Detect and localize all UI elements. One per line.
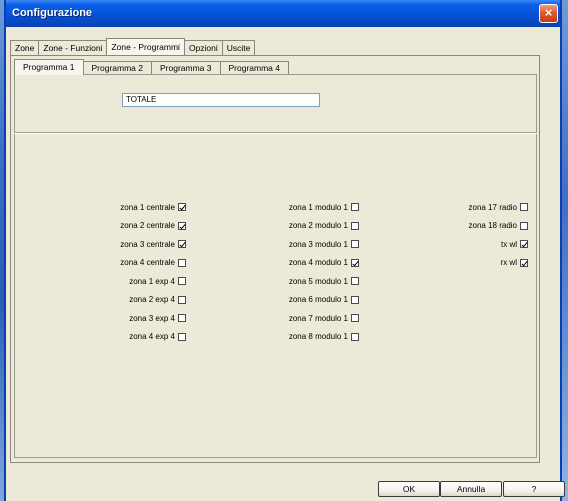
checkbox-label: zona 3 exp 4 <box>129 313 175 323</box>
checkbox-label: zona 1 exp 4 <box>129 276 175 286</box>
program-tab-bar: Programma 1 Programma 2 Programma 3 Program… <box>14 59 289 75</box>
checkbox-label: zona 4 modulo 1 <box>288 258 348 267</box>
checkbox-row-zona-17-radio[interactable]: zona 17 radio <box>469 201 528 213</box>
checkbox-zona-8-modulo-1[interactable] <box>351 332 359 341</box>
checkbox-row-zona-2-exp-4[interactable]: zona 2 exp 4 <box>129 294 186 306</box>
checkbox-label: zona 2 exp 4 <box>129 295 175 304</box>
checkbox-label: zona 3 centrale <box>120 239 175 249</box>
tab-uscite[interactable]: Uscite <box>221 40 256 55</box>
ok-button[interactable]: OK <box>378 481 440 497</box>
checkbox-tx-wl[interactable] <box>520 240 528 248</box>
checkbox-label: zona 1 centrale <box>120 202 175 212</box>
checkbox-label: zona 2 centrale <box>120 221 175 230</box>
checkbox-row-zona-1-modulo-1[interactable]: zona 1 modulo 1 <box>289 201 359 213</box>
checkbox-row-tx-wl[interactable]: tx wl <box>501 238 528 250</box>
checkbox-zona-3-modulo-1[interactable] <box>351 240 359 248</box>
checkbox-zona-3-exp-4[interactable] <box>178 314 186 322</box>
checkbox-label: zona 17 radio <box>468 202 517 212</box>
checkbox-row-zona-18-radio[interactable]: zona 18 radio <box>469 220 528 232</box>
checkbox-row-zona-1-exp-4[interactable]: zona 1 exp 4 <box>129 275 186 287</box>
checkbox-row-zona-5-modulo-1[interactable]: zona 5 modulo 1 <box>289 275 359 287</box>
checkbox-row-zona-3-modulo-1[interactable]: zona 3 modulo 1 <box>289 238 359 250</box>
program-name-input[interactable]: TOTALE <box>122 93 320 107</box>
checkbox-label: zona 3 modulo 1 <box>288 239 348 249</box>
checkbox-zona-2-exp-4[interactable] <box>178 295 186 304</box>
checkbox-zona-1-centrale[interactable] <box>178 203 186 211</box>
checkbox-label: zona 8 modulo 1 <box>288 332 348 341</box>
checkbox-zona-2-modulo-1[interactable] <box>351 221 359 230</box>
checkbox-label: zona 4 exp 4 <box>129 332 175 341</box>
checkbox-label: zona 6 modulo 1 <box>288 295 348 304</box>
checkbox-row-zona-4-exp-4[interactable]: zona 4 exp 4 <box>129 331 186 343</box>
checkbox-label: zona 5 modulo 1 <box>288 276 348 286</box>
checkbox-label: zona 4 centrale <box>120 258 175 267</box>
checkbox-label: zona 7 modulo 1 <box>288 313 348 323</box>
checkbox-label: zona 18 radio <box>468 221 517 230</box>
checkbox-row-zona-8-modulo-1[interactable]: zona 8 modulo 1 <box>289 331 359 343</box>
checkbox-label: rx wl <box>500 258 517 267</box>
checkbox-zona-4-exp-4[interactable] <box>178 332 186 341</box>
checkbox-zona-1-exp-4[interactable] <box>178 277 186 285</box>
tab-zone[interactable]: Zone <box>10 40 40 55</box>
checkbox-row-zona-2-centrale[interactable]: zona 2 centrale <box>120 220 186 232</box>
checkbox-row-zona-6-modulo-1[interactable]: zona 6 modulo 1 <box>289 294 359 306</box>
checkbox-zona-17-radio[interactable] <box>520 203 528 211</box>
close-button[interactable]: × <box>539 4 558 23</box>
checkbox-zona-1-modulo-1[interactable] <box>351 203 359 211</box>
checkbox-zona-2-centrale[interactable] <box>178 221 186 230</box>
checkbox-zona-5-modulo-1[interactable] <box>351 277 359 285</box>
checkbox-row-zona-2-modulo-1[interactable]: zona 2 modulo 1 <box>289 220 359 232</box>
checkbox-row-zona-4-modulo-1[interactable]: zona 4 modulo 1 <box>289 257 359 269</box>
tab-programma-3[interactable]: Programma 3 <box>151 61 221 75</box>
checkbox-row-zona-3-exp-4[interactable]: zona 3 exp 4 <box>129 312 186 324</box>
divider <box>14 132 537 134</box>
window-title: Configurazione <box>12 7 93 19</box>
checkbox-zona-4-centrale[interactable] <box>178 258 186 267</box>
checkbox-row-zona-1-centrale[interactable]: zona 1 centrale <box>120 201 186 213</box>
main-tab-bar: Zone Zone - Funzioni Zone - Programmi Opzio… <box>10 38 256 55</box>
cancel-button[interactable]: Annulla <box>440 481 502 497</box>
checkbox-zona-4-modulo-1[interactable] <box>351 258 359 267</box>
tab-zone-programmi[interactable]: Zone - Programmi <box>106 38 185 55</box>
checkbox-zona-6-modulo-1[interactable] <box>351 295 359 304</box>
title-bar[interactable]: Configurazione × <box>6 0 560 27</box>
tab-zone-funzioni[interactable]: Zone - Funzioni <box>38 40 108 55</box>
checkbox-label: zona 1 modulo 1 <box>288 202 348 212</box>
checkbox-label: zona 2 modulo 1 <box>288 221 348 230</box>
tab-programma-1[interactable]: Programma 1 <box>14 59 84 75</box>
tab-programma-2[interactable]: Programma 2 <box>82 61 152 75</box>
help-button[interactable]: ? <box>503 481 565 497</box>
tab-opzioni[interactable]: Opzioni <box>183 40 223 55</box>
checkbox-zona-18-radio[interactable] <box>520 221 528 230</box>
checkbox-zona-3-centrale[interactable] <box>178 240 186 248</box>
checkbox-label: tx wl <box>501 239 517 249</box>
checkbox-row-zona-7-modulo-1[interactable]: zona 7 modulo 1 <box>289 312 359 324</box>
checkbox-row-zona-3-centrale[interactable]: zona 3 centrale <box>120 238 186 250</box>
checkbox-zona-7-modulo-1[interactable] <box>351 314 359 322</box>
close-icon: × <box>544 5 553 20</box>
checkbox-row-zona-4-centrale[interactable]: zona 4 centrale <box>120 257 186 269</box>
checkbox-rx-wl[interactable] <box>520 258 528 267</box>
tab-programma-4[interactable]: Programma 4 <box>219 61 289 75</box>
checkbox-row-rx-wl[interactable]: rx wl <box>501 257 528 269</box>
